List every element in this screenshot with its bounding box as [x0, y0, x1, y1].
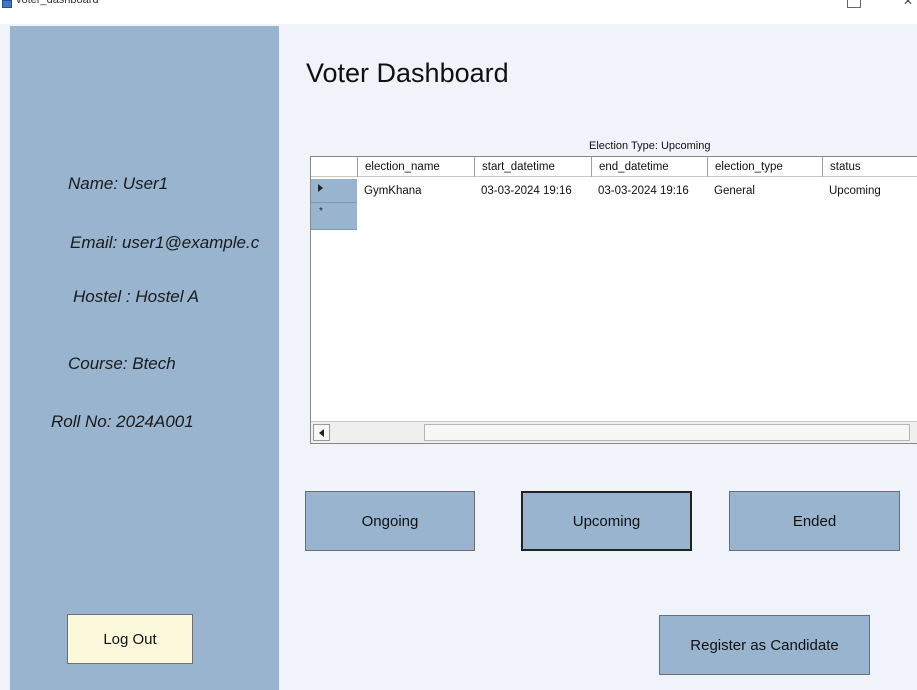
column-header-end-datetime[interactable]: end_datetime	[591, 157, 707, 177]
cell-start-datetime[interactable]: 03-03-2024 19:16	[474, 181, 572, 201]
ended-button[interactable]: Ended	[729, 491, 900, 551]
cell-end-datetime[interactable]: 03-03-2024 19:16	[591, 181, 689, 201]
title-bar: voter_dashboard ✕	[0, 0, 917, 24]
cell-election-type[interactable]: General	[707, 181, 755, 201]
horizontal-scrollbar[interactable]	[311, 421, 917, 443]
ongoing-button[interactable]: Ongoing	[305, 491, 475, 551]
register-candidate-button[interactable]: Register as Candidate	[659, 615, 870, 675]
logout-button[interactable]: Log Out	[67, 614, 193, 664]
column-header-status[interactable]: status	[822, 157, 917, 177]
cell-status[interactable]: Upcoming	[822, 181, 881, 201]
column-header-start-datetime[interactable]: start_datetime	[474, 157, 591, 177]
cell-election-name[interactable]: GymKhana	[357, 181, 422, 201]
upcoming-button[interactable]: Upcoming	[521, 491, 692, 551]
user-course: Course: Btech	[68, 354, 176, 373]
new-row-asterisk-icon: *	[319, 206, 323, 217]
user-email: Email: user1@example.c	[70, 233, 260, 252]
page-title: Voter Dashboard	[306, 58, 509, 88]
maximize-button[interactable]	[847, 0, 861, 8]
column-header-election-type[interactable]: election_type	[707, 157, 822, 177]
user-name: Name: User1	[68, 174, 169, 193]
row-header-current[interactable]	[311, 179, 357, 203]
voter-dashboard-window: voter_dashboard ✕ Name: User1 Email: use…	[0, 0, 917, 690]
scrollbar-thumb[interactable]	[424, 424, 910, 441]
window-title: voter_dashboard	[16, 0, 99, 6]
close-icon[interactable]: ✕	[903, 0, 913, 8]
scroll-left-arrow-icon[interactable]	[313, 424, 330, 441]
row-header-new[interactable]: *	[311, 203, 357, 230]
app-icon	[2, 0, 12, 8]
table-header: election_name start_datetime end_datetim…	[311, 157, 917, 177]
user-roll-number: Roll No: 2024A001	[51, 412, 194, 431]
elections-table[interactable]: election_name start_datetime end_datetim…	[310, 156, 917, 444]
user-hostel: Hostel : Hostel A	[73, 287, 199, 306]
current-row-arrow-icon	[318, 184, 323, 192]
sidebar: Name: User1 Email: user1@example.c Hoste…	[10, 26, 279, 690]
election-type-label: Election Type: Upcoming	[589, 140, 711, 152]
column-header-election-name[interactable]: election_name	[357, 157, 474, 177]
